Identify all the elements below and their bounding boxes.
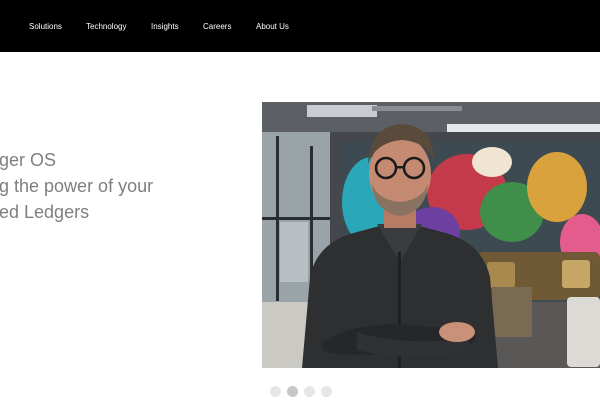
- hero-heading-line-2: g the power of your: [0, 176, 154, 196]
- nav-link-careers[interactable]: Careers: [203, 21, 231, 32]
- hero-photo-illustration: [262, 102, 600, 368]
- nav-link-solutions[interactable]: Solutions: [29, 21, 62, 32]
- carousel-dot-1[interactable]: [270, 386, 281, 397]
- hero-heading-line-3: ed Ledgers: [0, 202, 90, 222]
- hero-heading: ger OS g the power of your ed Ledgers: [0, 147, 153, 225]
- top-navigation-bar: Solutions Technology Insights Careers Ab…: [0, 0, 600, 52]
- carousel-dot-2[interactable]: [287, 386, 298, 397]
- hero-photo: [262, 102, 600, 368]
- nav-link-technology[interactable]: Technology: [86, 21, 126, 32]
- nav-link-insights[interactable]: Insights: [151, 21, 179, 32]
- nav-link-about-us[interactable]: About Us: [256, 21, 289, 32]
- carousel-dot-3[interactable]: [304, 386, 315, 397]
- carousel-dot-4[interactable]: [321, 386, 332, 397]
- hero-heading-line-1: ger OS: [0, 150, 57, 170]
